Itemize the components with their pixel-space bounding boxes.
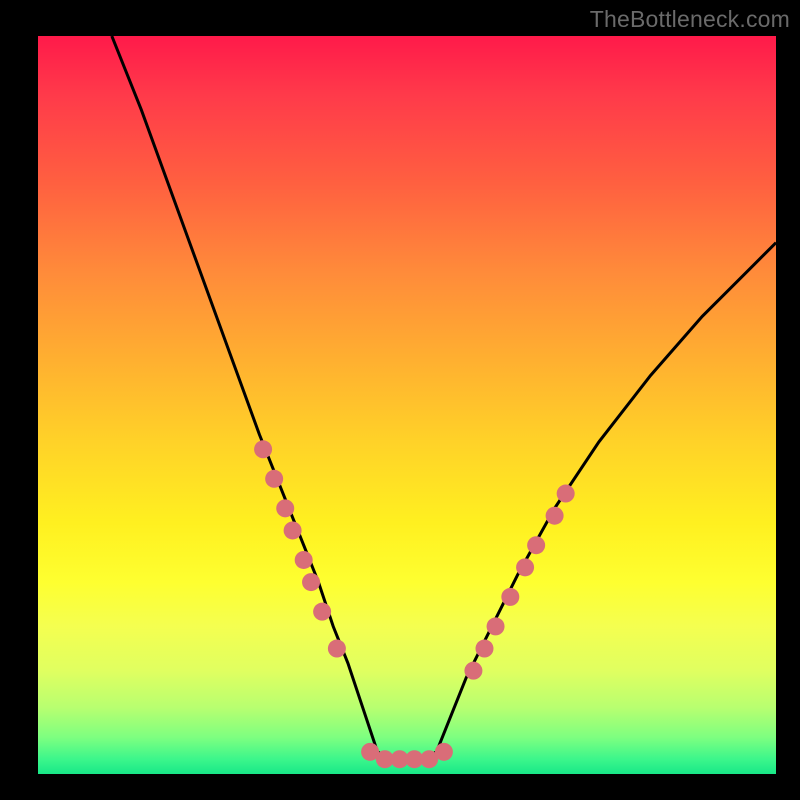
curve-layer (38, 36, 776, 774)
data-marker (328, 640, 346, 658)
data-marker (265, 470, 283, 488)
curves-group (112, 36, 776, 759)
data-marker (516, 558, 534, 576)
data-marker (557, 485, 575, 503)
plot-area (38, 36, 776, 774)
curve-right-curve (437, 243, 776, 752)
chart-frame: TheBottleneck.com (0, 0, 800, 800)
data-marker (254, 440, 272, 458)
data-marker (487, 617, 505, 635)
data-marker (464, 662, 482, 680)
data-marker (302, 573, 320, 591)
watermark-text: TheBottleneck.com (590, 6, 790, 33)
markers-group (254, 440, 575, 768)
data-marker (527, 536, 545, 554)
data-marker (435, 743, 453, 761)
data-marker (313, 603, 331, 621)
data-marker (295, 551, 313, 569)
data-marker (546, 507, 564, 525)
data-marker (284, 521, 302, 539)
data-marker (276, 499, 294, 517)
data-marker (501, 588, 519, 606)
data-marker (475, 640, 493, 658)
